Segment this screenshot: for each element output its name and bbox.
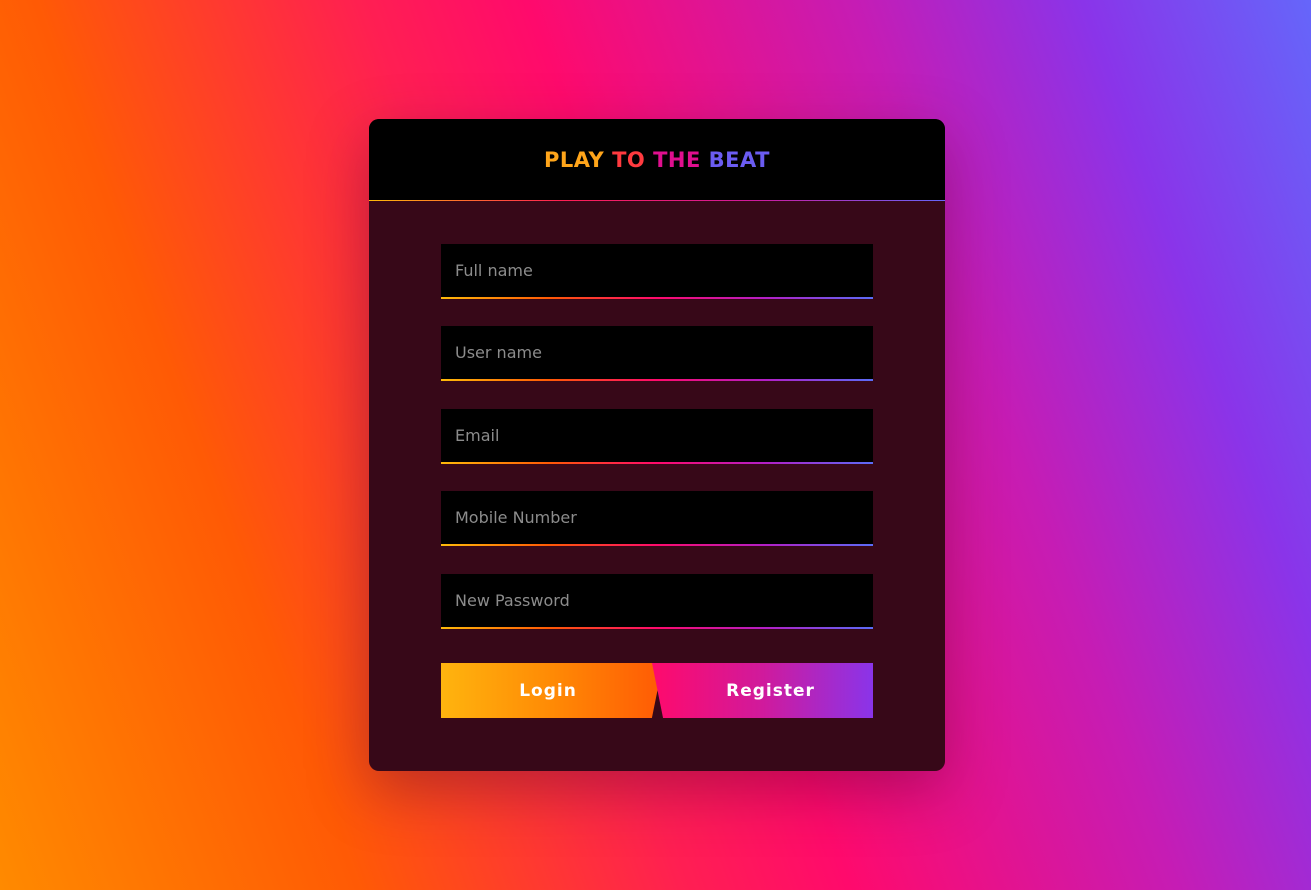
card-header: PLAY TO THE BEAT [369,119,945,201]
login-button-label: Login [519,680,577,701]
user-name-input[interactable] [441,326,873,379]
app-title: PLAY TO THE BEAT [544,147,770,172]
mobile-number-input[interactable] [441,491,873,544]
button-row: Login Register [441,663,873,718]
title-word-to: TO [612,147,646,172]
email-input[interactable] [441,409,873,462]
title-word-the: THE [653,147,701,172]
title-word-play: PLAY [544,147,605,172]
new-password-field-container [441,574,873,629]
register-button-label: Register [726,680,815,701]
full-name-input[interactable] [441,244,873,297]
mobile-number-field-container [441,491,873,546]
user-name-field-container [441,326,873,381]
register-card: PLAY TO THE BEAT Login Register [369,119,945,771]
register-button[interactable]: Register [652,663,873,718]
new-password-input[interactable] [441,574,873,627]
title-word-beat: BEAT [708,147,770,172]
email-field-container [441,409,873,464]
full-name-field-container [441,244,873,299]
login-button[interactable]: Login [441,663,663,718]
